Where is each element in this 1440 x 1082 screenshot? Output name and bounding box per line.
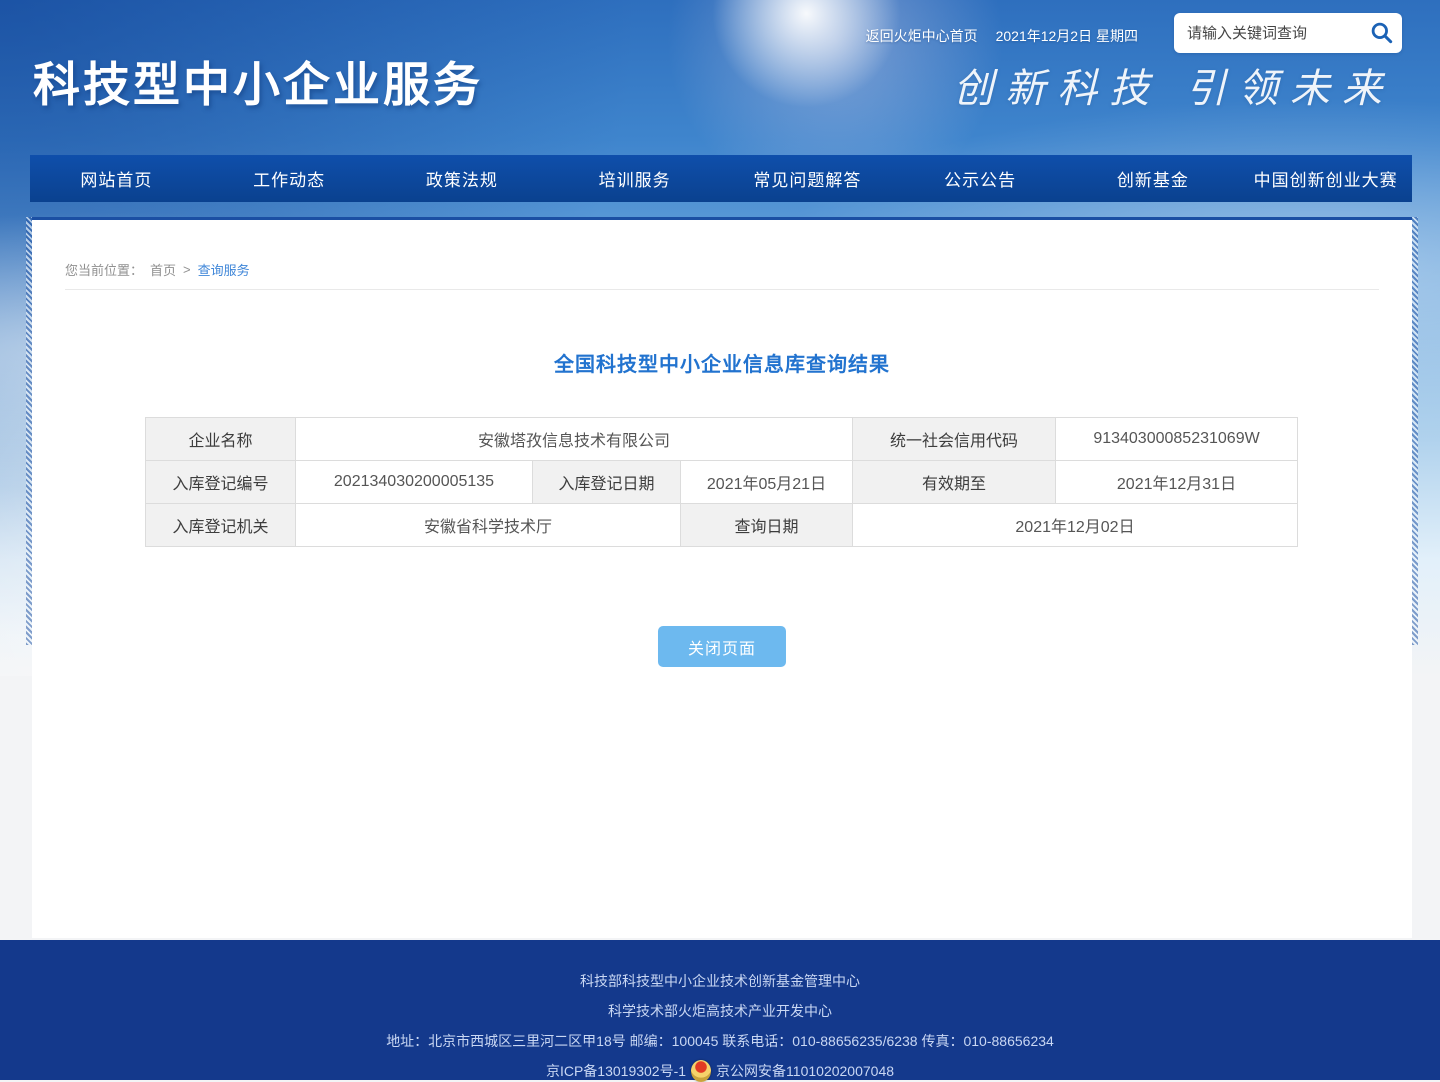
search-input[interactable]: [1174, 13, 1369, 53]
header-top-links: 返回火炬中心首页 2021年12月2日 星期四: [866, 26, 1138, 46]
label-registration-number: 入库登记编号: [146, 461, 296, 504]
nav-item-home[interactable]: 网站首页: [30, 155, 203, 202]
nav-item-training[interactable]: 培训服务: [548, 155, 721, 202]
value-valid-until: 2021年12月31日: [1056, 461, 1298, 504]
slogan-calligraphy: 创新科技 引领未来: [953, 56, 1394, 114]
label-registration-date: 入库登记日期: [533, 461, 681, 504]
label-credit-code: 统一社会信用代码: [853, 418, 1056, 461]
current-date-text: 2021年12月2日 星期四: [996, 26, 1138, 46]
breadcrumb-home-link[interactable]: 首页: [150, 260, 176, 279]
footer-org-line-1: 科技部科技型中小企业技术创新基金管理中心: [0, 940, 1440, 990]
breadcrumb: 您当前位置： 首页 > 查询服务: [65, 260, 250, 279]
search-icon: [1369, 34, 1395, 49]
footer-org-line-2: 科学技术部火炬高技术产业开发中心: [0, 990, 1440, 1020]
police-beian-number: 京公网安备11010202007048: [716, 1062, 894, 1080]
table-row: 企业名称 安徽塔孜信息技术有限公司 统一社会信用代码 9134030008523…: [146, 418, 1298, 461]
close-page-button[interactable]: 关闭页面: [658, 626, 786, 667]
label-registration-authority: 入库登记机关: [146, 504, 296, 547]
icp-number: 京ICP备13019302号-1: [546, 1062, 686, 1080]
police-badge-icon: [691, 1060, 711, 1082]
breadcrumb-prefix: 您当前位置：: [65, 260, 143, 279]
value-registration-number: 202134030200005135: [296, 461, 533, 504]
main-nav: 网站首页 工作动态 政策法规 培训服务 常见问题解答 公示公告 创新基金 中国创…: [30, 155, 1412, 202]
torch-center-home-link[interactable]: 返回火炬中心首页: [866, 26, 978, 46]
value-credit-code: 91340300085231069W: [1056, 418, 1298, 461]
value-registration-date: 2021年05月21日: [681, 461, 853, 504]
breadcrumb-current-link[interactable]: 查询服务: [198, 260, 250, 279]
value-registration-authority: 安徽省科学技术厅: [296, 504, 681, 547]
search-button[interactable]: [1368, 20, 1396, 46]
nav-item-faq[interactable]: 常见问题解答: [721, 155, 894, 202]
table-row: 入库登记机关 安徽省科学技术厅 查询日期 2021年12月02日: [146, 504, 1298, 547]
footer-contact-line: 地址：北京市西城区三里河二区甲18号 邮编：100045 联系电话：010-88…: [0, 1020, 1440, 1050]
value-query-date: 2021年12月02日: [853, 504, 1298, 547]
search-box: [1174, 13, 1402, 53]
table-row: 入库登记编号 202134030200005135 入库登记日期 2021年05…: [146, 461, 1298, 504]
breadcrumb-separator: >: [183, 262, 191, 277]
page-footer: 科技部科技型中小企业技术创新基金管理中心 科学技术部火炬高技术产业开发中心 地址…: [0, 940, 1440, 1080]
query-result-table: 企业名称 安徽塔孜信息技术有限公司 统一社会信用代码 9134030008523…: [145, 417, 1298, 547]
footer-beian-line: 京ICP备13019302号-1 京公网安备11010202007048: [0, 1050, 1440, 1082]
nav-item-innovation-competition[interactable]: 中国创新创业大赛: [1239, 155, 1412, 202]
value-company-name: 安徽塔孜信息技术有限公司: [296, 418, 853, 461]
nav-item-innovation-fund[interactable]: 创新基金: [1067, 155, 1240, 202]
label-query-date: 查询日期: [681, 504, 853, 547]
content-card: 您当前位置： 首页 > 查询服务 全国科技型中小企业信息库查询结果 企业名称 安…: [32, 217, 1412, 938]
nav-item-announcements[interactable]: 公示公告: [894, 155, 1067, 202]
nav-item-policies[interactable]: 政策法规: [376, 155, 549, 202]
site-logo-title: 科技型中小企业服务: [33, 46, 483, 115]
page-title: 全国科技型中小企业信息库查询结果: [32, 348, 1412, 377]
breadcrumb-divider: [65, 289, 1379, 290]
label-company-name: 企业名称: [146, 418, 296, 461]
label-valid-until: 有效期至: [853, 461, 1056, 504]
nav-item-work-news[interactable]: 工作动态: [203, 155, 376, 202]
